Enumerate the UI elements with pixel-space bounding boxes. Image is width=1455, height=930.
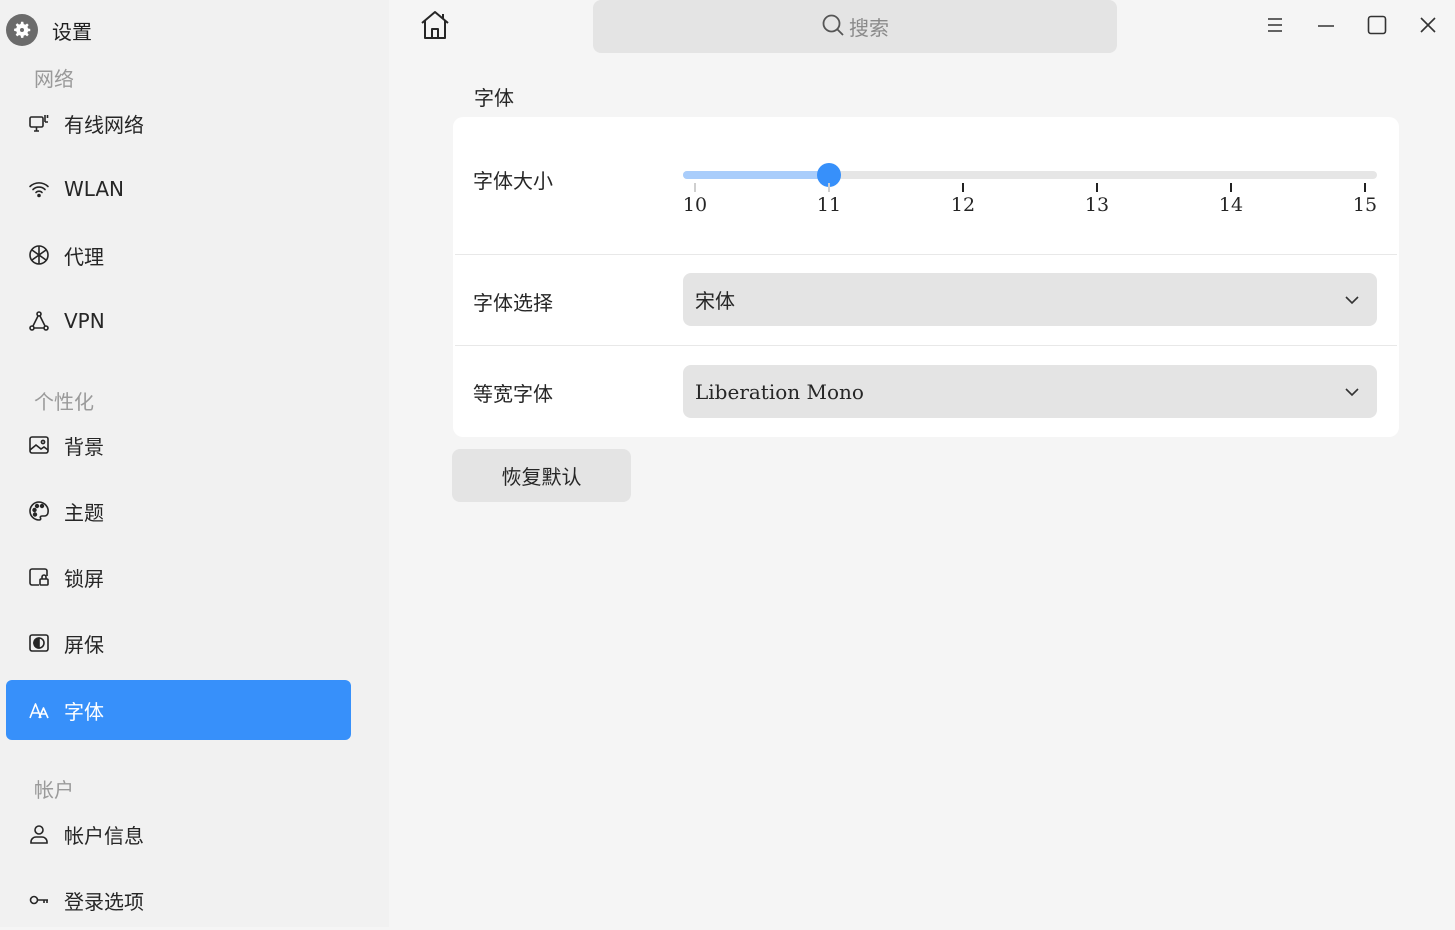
sidebar-item-wlan[interactable]: WLAN: [6, 159, 351, 219]
sidebar-item-wired-network[interactable]: 有线网络: [6, 93, 351, 153]
sidebar-item-background[interactable]: 背景: [6, 415, 351, 475]
font-size-label: 字体大小: [473, 169, 553, 193]
sidebar-item-label: 字体: [64, 699, 104, 724]
slider-fill: [683, 171, 829, 179]
wifi-icon: [28, 178, 50, 200]
slider-tick: [962, 183, 964, 192]
slider-tick-label: 10: [682, 194, 708, 216]
lockscreen-icon: [28, 566, 50, 588]
key-icon: [28, 889, 50, 911]
sidebar-item-label: 有线网络: [64, 112, 144, 137]
mono-font-label: 等宽字体: [473, 382, 553, 406]
sidebar-item-vpn[interactable]: VPN: [6, 291, 351, 351]
vpn-icon: [28, 310, 50, 332]
divider: [455, 254, 1397, 255]
sidebar-item-proxy[interactable]: 代理: [6, 225, 351, 285]
app-header: 设置: [6, 12, 92, 48]
slider-tick: [1230, 183, 1232, 192]
search-placeholder: 搜索: [849, 16, 889, 40]
gear-icon: [6, 14, 38, 46]
sidebar-item-label: 帐户信息: [64, 823, 144, 848]
mono-font-value: Liberation Mono: [695, 379, 864, 404]
sidebar-item-label: 背景: [64, 434, 104, 459]
group-label-account: 帐户: [34, 778, 74, 802]
font-size-slider[interactable]: [683, 163, 1377, 187]
sidebar-item-label: 锁屏: [64, 566, 104, 591]
sidebar-item-label: 登录选项: [64, 889, 144, 914]
slider-tick: [1364, 183, 1366, 192]
close-icon: [1419, 16, 1437, 38]
menu-button[interactable]: [1260, 12, 1290, 42]
sidebar-item-screensaver[interactable]: 屏保: [6, 613, 351, 673]
slider-tick-label: 15: [1352, 194, 1378, 216]
group-label-personalization: 个性化: [34, 390, 94, 414]
maximize-icon: [1367, 15, 1387, 39]
close-button[interactable]: [1413, 12, 1443, 42]
chevron-down-icon: [1343, 291, 1361, 309]
home-icon: [418, 8, 452, 46]
sidebar-item-login-options[interactable]: 登录选项: [6, 870, 351, 930]
sidebar-item-label: 主题: [64, 500, 104, 525]
slider-tick: [1096, 183, 1098, 192]
sidebar-item-label: WLAN: [64, 177, 125, 201]
sidebar: 设置 网络 有线网络 WLAN 代理 VPN 个性化 背景 主题 锁屏 屏保 字…: [0, 0, 389, 927]
background-icon: [28, 434, 50, 456]
font-icon: [28, 699, 50, 721]
slider-tick-label: 12: [950, 194, 976, 216]
minimize-icon: [1317, 16, 1335, 38]
restore-default-button[interactable]: 恢复默认: [452, 449, 631, 502]
menu-icon: [1266, 16, 1284, 38]
app-title: 设置: [52, 19, 92, 44]
section-title: 字体: [474, 86, 514, 110]
slider-tick-label: 14: [1218, 194, 1244, 216]
slider-tick-label: 11: [816, 194, 842, 216]
proxy-icon: [28, 244, 50, 266]
sidebar-item-label: VPN: [64, 309, 105, 333]
sidebar-item-label: 屏保: [64, 632, 104, 657]
search-input[interactable]: 搜索: [593, 0, 1117, 53]
sidebar-item-theme[interactable]: 主题: [6, 481, 351, 541]
group-label-network: 网络: [34, 67, 74, 91]
sidebar-item-font[interactable]: 字体: [6, 680, 351, 740]
sidebar-item-lockscreen[interactable]: 锁屏: [6, 547, 351, 607]
slider-tick: [694, 183, 696, 192]
mono-font-dropdown[interactable]: Liberation Mono: [683, 365, 1377, 418]
wired-network-icon: [28, 112, 50, 134]
search-icon: [821, 13, 845, 41]
divider: [455, 345, 1397, 346]
sidebar-item-account-info[interactable]: 帐户信息: [6, 804, 351, 864]
minimize-button[interactable]: [1311, 12, 1341, 42]
font-select-value: 宋体: [695, 289, 735, 313]
font-select-label: 字体选择: [473, 291, 553, 315]
home-button[interactable]: [417, 9, 453, 45]
maximize-button[interactable]: [1362, 12, 1392, 42]
user-icon: [28, 823, 50, 845]
sidebar-item-label: 代理: [64, 244, 104, 269]
screensaver-icon: [28, 632, 50, 654]
font-settings-card: 字体大小 10 11 12 13 14 15 字体选择 宋体 等宽字体 Liberatio…: [453, 117, 1399, 437]
font-select-dropdown[interactable]: 宋体: [683, 273, 1377, 326]
slider-tick: [828, 183, 830, 192]
theme-palette-icon: [28, 500, 50, 522]
chevron-down-icon: [1343, 383, 1361, 401]
slider-tick-label: 13: [1084, 194, 1110, 216]
